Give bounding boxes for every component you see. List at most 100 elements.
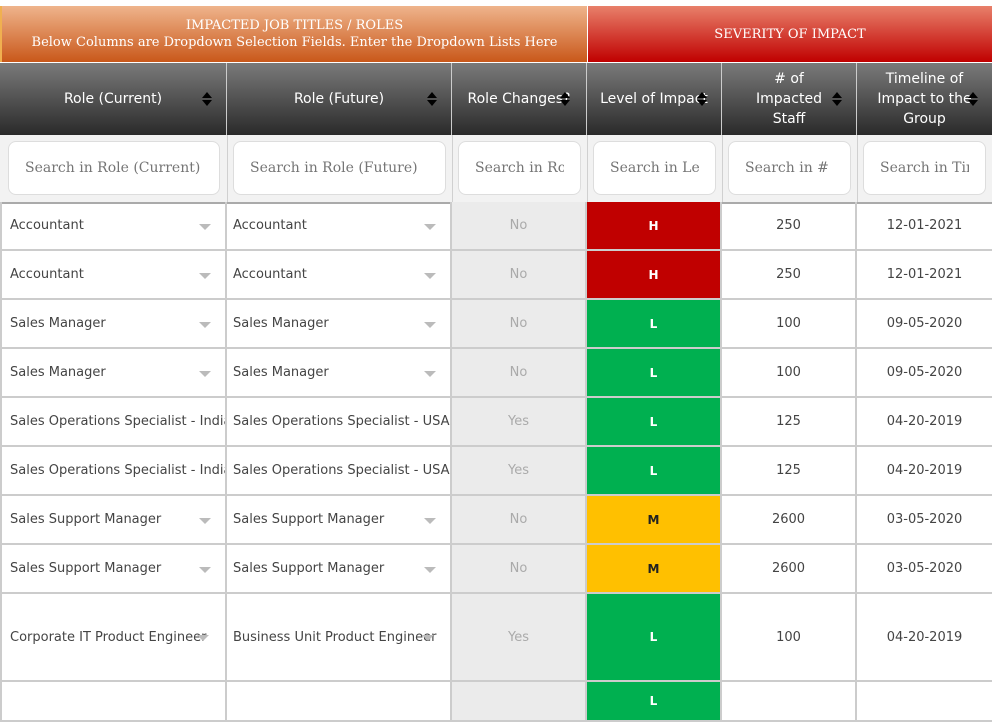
role-future-dropdown-text: Accountant — [233, 218, 307, 233]
impacted-staff-cell-text: 2600 — [771, 561, 806, 576]
chevron-down-icon[interactable] — [199, 370, 211, 377]
role-future-dropdown[interactable]: Sales Support Manager — [227, 545, 452, 592]
divider — [452, 135, 453, 202]
column-header-role-future[interactable]: Role (Future) — [227, 63, 452, 135]
chevron-down-icon[interactable] — [422, 635, 434, 641]
table-row: Sales Manager Sales Manager No L 100 09-05-20… — [0, 300, 992, 349]
role-changes-cell: No — [452, 496, 587, 543]
level-of-impact-cell-text: M — [647, 512, 660, 527]
table-row: Sales Operations Specialist - India Sales… — [0, 398, 992, 447]
sort-icon[interactable] — [968, 92, 978, 106]
role-future-dropdown[interactable]: Sales Operations Specialist - USA — [227, 398, 452, 445]
role-future-dropdown-text: Sales Manager — [233, 365, 329, 380]
role-current-dropdown[interactable]: Sales Operations Specialist - India — [0, 447, 227, 494]
role-current-dropdown-text: Accountant — [10, 267, 84, 282]
role-current-dropdown[interactable]: Sales Manager — [0, 300, 227, 347]
role-current-dropdown-text: Sales Support Manager — [10, 512, 162, 527]
role-current-dropdown[interactable]: Accountant — [0, 251, 227, 298]
chevron-down-icon[interactable] — [199, 321, 211, 328]
column-label: Timeline of Impact to the Group — [877, 71, 972, 127]
sort-icon[interactable] — [832, 92, 842, 106]
role-changes-cell: No — [452, 202, 587, 249]
impacted-staff-cell: 125 — [722, 447, 857, 494]
sort-icon[interactable] — [697, 92, 707, 106]
role-future-dropdown[interactable]: Sales Manager — [227, 349, 452, 396]
role-future-dropdown[interactable]: Sales Operations Specialist - USA — [227, 447, 452, 494]
search-input-role-current[interactable] — [8, 141, 220, 195]
column-header-role-changes[interactable]: Role Changes? — [452, 63, 587, 135]
impacted-staff-cell-text: 125 — [776, 414, 801, 429]
table-row: Sales Support Manager Sales Support Manag… — [0, 545, 992, 594]
level-of-impact-cell: L — [587, 447, 722, 494]
role-current-dropdown[interactable]: Sales Support Manager — [0, 545, 227, 592]
timeline-cell: 04-20-2019 — [857, 398, 992, 445]
column-label: Level of Impact — [600, 91, 708, 107]
chevron-down-icon[interactable] — [424, 321, 436, 328]
search-input-impacted-staff[interactable] — [728, 141, 851, 195]
timeline-cell: 03-05-2020 — [857, 545, 992, 592]
impacted-staff-cell-text: 100 — [776, 316, 801, 331]
chevron-down-icon[interactable] — [424, 566, 436, 573]
level-of-impact-cell-text: L — [649, 414, 658, 429]
role-current-dropdown[interactable] — [0, 682, 227, 720]
impacted-staff-cell: 250 — [722, 251, 857, 298]
search-input-role-changes[interactable] — [458, 141, 581, 195]
divider — [857, 135, 858, 202]
role-future-dropdown[interactable]: Sales Support Manager — [227, 496, 452, 543]
impacted-staff-cell: 100 — [722, 349, 857, 396]
role-changes-cell: No — [452, 349, 587, 396]
chevron-down-icon[interactable] — [424, 517, 436, 524]
sort-icon[interactable] — [560, 92, 570, 106]
chevron-down-icon[interactable] — [199, 223, 211, 230]
search-row — [0, 135, 992, 204]
chevron-down-icon[interactable] — [424, 223, 436, 230]
role-future-dropdown[interactable]: Accountant — [227, 251, 452, 298]
timeline-cell: 03-05-2020 — [857, 496, 992, 543]
role-current-dropdown[interactable]: Accountant — [0, 202, 227, 249]
role-current-dropdown[interactable]: Sales Manager — [0, 349, 227, 396]
role-future-dropdown[interactable]: Sales Manager — [227, 300, 452, 347]
impacted-staff-cell: 2600 — [722, 496, 857, 543]
role-changes-cell-text: No — [509, 267, 528, 282]
chevron-down-icon[interactable] — [199, 566, 211, 573]
column-header-timeline[interactable]: Timeline of Impact to the Group — [857, 63, 992, 135]
column-header-role-current[interactable]: Role (Current) — [0, 63, 227, 135]
role-changes-cell: Yes — [452, 447, 587, 494]
timeline-cell: 12-01-2021 — [857, 251, 992, 298]
level-of-impact-cell-text: H — [648, 267, 659, 282]
role-current-dropdown[interactable]: Sales Support Manager — [0, 496, 227, 543]
role-changes-cell — [452, 682, 587, 720]
chevron-down-icon[interactable] — [424, 370, 436, 377]
timeline-cell: 12-01-2021 — [857, 202, 992, 249]
sort-icon[interactable] — [427, 92, 437, 106]
level-of-impact-cell-text: H — [648, 218, 659, 233]
role-future-dropdown[interactable]: Business Unit Product Engineer — [227, 594, 452, 680]
role-future-dropdown[interactable] — [227, 682, 452, 720]
table-row: Sales Support Manager Sales Support Manag… — [0, 496, 992, 545]
role-future-dropdown[interactable]: Accountant — [227, 202, 452, 249]
role-current-dropdown[interactable]: Sales Operations Specialist - India — [0, 398, 227, 445]
column-label: Role Changes? — [467, 91, 571, 107]
search-input-level-of-impact[interactable] — [593, 141, 716, 195]
chevron-down-icon[interactable] — [197, 635, 209, 641]
column-label: Role (Current) — [63, 91, 163, 107]
impacted-staff-cell: 100 — [722, 300, 857, 347]
sort-icon[interactable] — [202, 92, 212, 106]
search-input-timeline[interactable] — [863, 141, 986, 195]
role-current-dropdown[interactable]: Corporate IT Product Engineer — [0, 594, 227, 680]
timeline-cell: 09-05-2020 — [857, 300, 992, 347]
column-label: # of Impacted Staff — [756, 71, 822, 127]
chevron-down-icon[interactable] — [199, 517, 211, 524]
role-changes-cell: No — [452, 545, 587, 592]
chevron-down-icon[interactable] — [199, 272, 211, 279]
search-input-role-future[interactable] — [233, 141, 446, 195]
impacted-staff-cell-text: 100 — [776, 629, 801, 645]
chevron-down-icon[interactable] — [424, 272, 436, 279]
role-current-dropdown-text: Corporate IT Product Engineer — [10, 629, 207, 645]
timeline-cell-text: 04-20-2019 — [886, 414, 963, 429]
column-header-impacted-staff[interactable]: # of Impacted Staff — [722, 63, 857, 135]
divider — [587, 135, 588, 202]
role-future-dropdown-text: Sales Manager — [233, 316, 329, 331]
column-header-level-of-impact[interactable]: Level of Impact — [587, 63, 722, 135]
level-of-impact-cell: L — [587, 682, 722, 720]
